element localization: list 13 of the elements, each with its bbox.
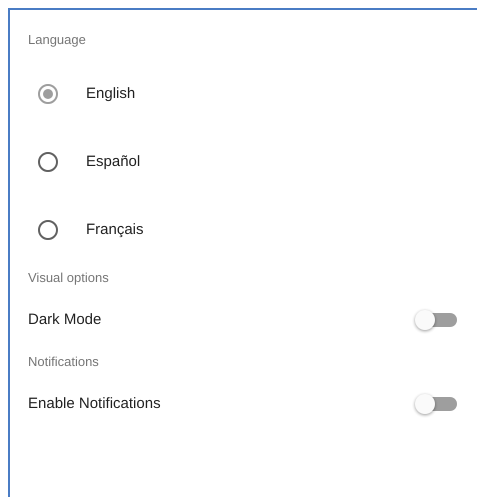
section-heading: Language — [28, 31, 87, 49]
section-heading: Visual options — [28, 269, 110, 288]
setting-label: Dark Mode — [28, 310, 102, 330]
radio-label: Español — [86, 152, 140, 172]
toggle-switch[interactable] — [415, 394, 457, 414]
setting-label: Enable Notifications — [28, 394, 161, 414]
radio-button[interactable] — [38, 152, 58, 172]
toggle-switch[interactable] — [415, 310, 457, 330]
section-heading: Notifications — [28, 353, 100, 372]
radio-label: Français — [86, 220, 144, 240]
radio-button[interactable] — [38, 84, 58, 104]
radio-button[interactable] — [38, 220, 58, 240]
radio-label: English — [86, 84, 136, 104]
